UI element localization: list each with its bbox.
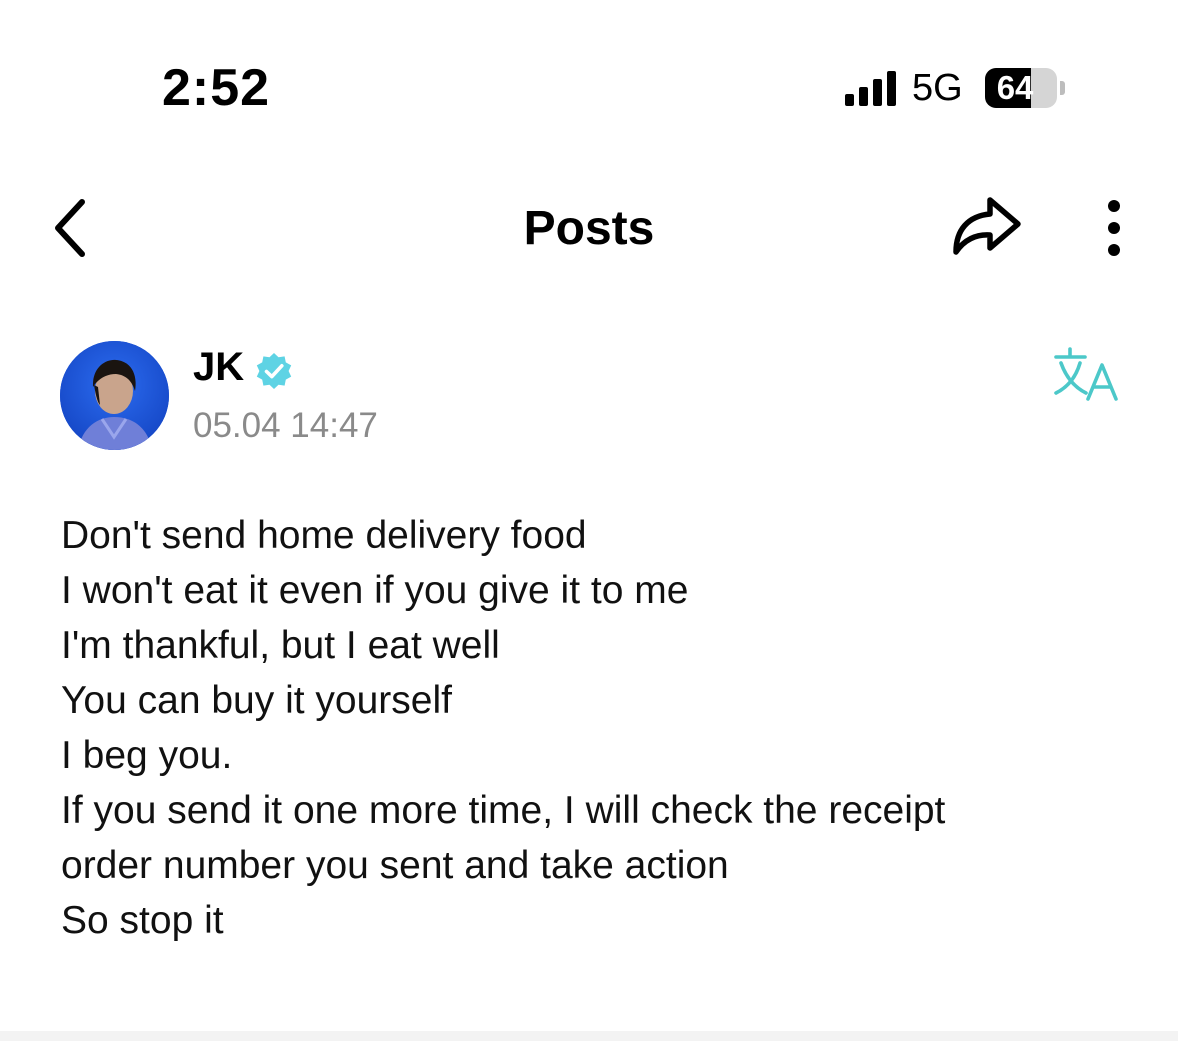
post-text-line: order number you sent and take action bbox=[61, 844, 729, 887]
post-text-line: I won't eat it even if you give it to me bbox=[61, 569, 689, 612]
share-button[interactable] bbox=[946, 190, 1028, 264]
status-indicators: 5G 64 bbox=[845, 66, 1065, 110]
battery-icon: 64 bbox=[984, 68, 1057, 108]
network-type: 5G bbox=[912, 67, 963, 109]
post-text-line: Don't send home delivery food bbox=[61, 514, 587, 557]
more-options-button[interactable] bbox=[1094, 194, 1134, 262]
post-text-line: If you send it one more time, I will che… bbox=[61, 789, 946, 832]
author-name[interactable]: JK bbox=[193, 344, 244, 390]
section-divider bbox=[0, 1031, 1178, 1041]
post-timestamp: 05.04 14:47 bbox=[193, 406, 378, 445]
post-text-line: I'm thankful, but I eat well bbox=[61, 624, 500, 667]
post-content: Don't send home delivery food I won't ea… bbox=[61, 508, 1141, 948]
author-avatar[interactable] bbox=[60, 341, 169, 450]
app-screen: 2:52 5G 64 Posts JK 05.04 14:47 Don't se… bbox=[0, 0, 1178, 1041]
translate-icon bbox=[1054, 347, 1118, 401]
status-time: 2:52 bbox=[162, 59, 271, 117]
translate-button[interactable] bbox=[1052, 345, 1124, 405]
post-text-line: So stop it bbox=[61, 899, 224, 942]
battery-tip bbox=[1059, 81, 1065, 95]
avatar-image bbox=[60, 341, 169, 450]
more-vertical-icon bbox=[1108, 200, 1120, 256]
post-text-line: I beg you. bbox=[61, 734, 233, 777]
post-text-line: You can buy it yourself bbox=[61, 679, 452, 722]
cellular-signal-icon bbox=[845, 70, 896, 106]
battery-percent: 64 bbox=[996, 69, 1034, 106]
verified-badge-icon bbox=[256, 353, 292, 389]
share-arrow-icon bbox=[953, 197, 1021, 255]
